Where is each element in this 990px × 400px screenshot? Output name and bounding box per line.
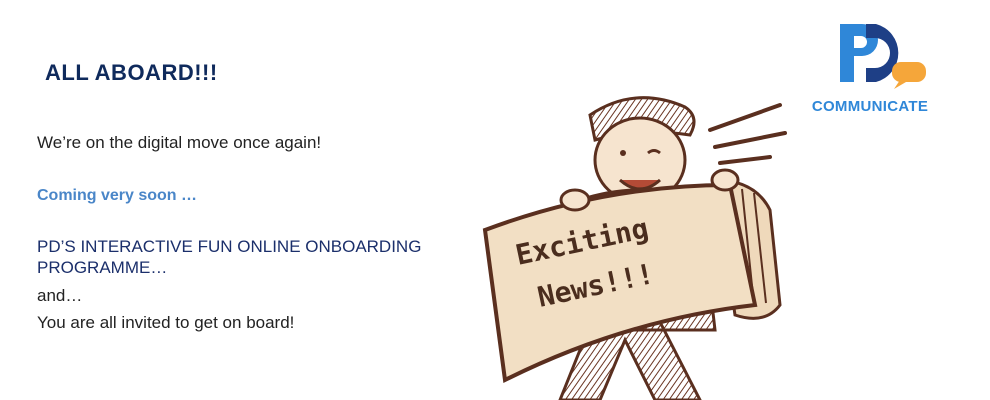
programme-text: PD’S INTERACTIVE FUN ONLINE ONBOARDING P… <box>37 237 422 277</box>
invite-text: You are all invited to get on board! <box>37 313 295 332</box>
right-hand <box>710 168 740 192</box>
newsboy-illustration: Exciting News!!! <box>482 96 787 400</box>
pd-logo-icon <box>840 24 926 89</box>
left-hand <box>559 188 591 212</box>
intro-text: We’re on the digital move once again! <box>37 133 322 152</box>
headline: ALL ABOARD!!! <box>45 60 218 85</box>
pd-communicate-logo: COMMUNICATE <box>800 20 940 120</box>
coming-soon-text: Coming very soon … <box>37 187 198 204</box>
motion-lines <box>708 103 787 165</box>
and-text: and… <box>37 286 83 305</box>
speech-bubble-icon <box>892 62 926 89</box>
logo-wordmark: COMMUNICATE <box>811 98 929 115</box>
